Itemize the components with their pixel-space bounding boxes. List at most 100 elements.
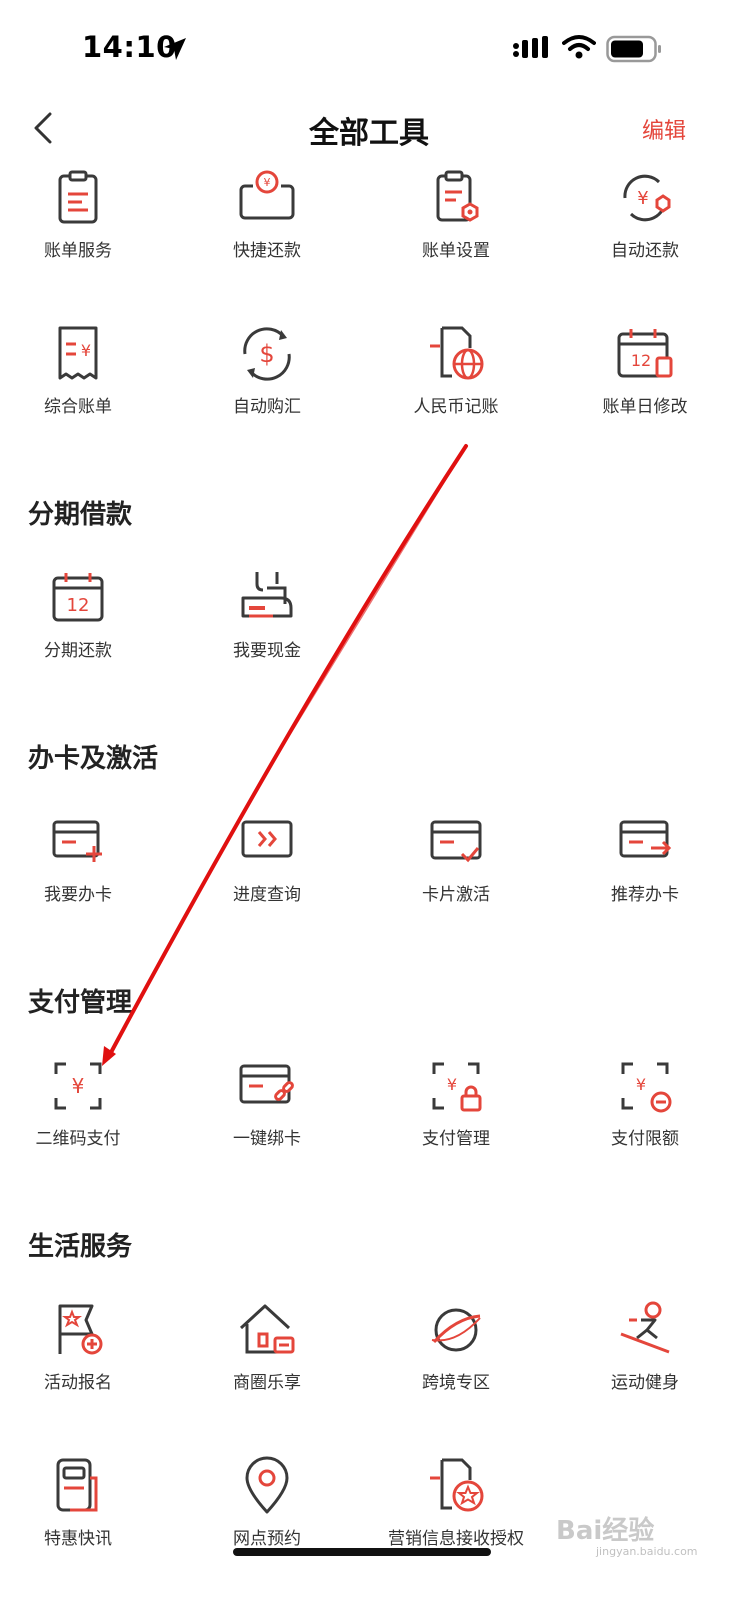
dollar-exchange-icon: $ [243,327,291,381]
tool-label: 卡片激活 [422,885,490,905]
section-title-installment: 分期借款 [28,500,133,530]
tool-label: 活动报名 [44,1373,112,1393]
svg-text:¥: ¥ [447,1075,457,1094]
tool-cross-border[interactable]: 跨境专区 [364,1300,548,1420]
status-bar: 14:10 [0,0,738,96]
tool-label: 支付限额 [611,1129,679,1149]
tool-label: 商圈乐享 [233,1373,301,1393]
section-title-card: 办卡及激活 [28,744,159,774]
tool-label: 快捷还款 [233,241,301,261]
baidu-watermark: Bai经验 jingyan.baidu.com [556,1510,698,1558]
tool-bill-service[interactable]: 账单服务 [0,168,170,288]
cash-hand-icon [241,572,293,618]
svg-text:12: 12 [631,351,651,370]
location-arrow-icon [164,38,186,60]
tool-label: 特惠快讯 [44,1529,112,1549]
tool-branch-booking[interactable]: 网点预约 [175,1456,359,1576]
svg-text:12: 12 [67,595,90,616]
tool-combined-bill[interactable]: ¥ 综合账单 [0,324,170,444]
page-title: 全部工具 [309,116,429,151]
battery-icon [606,35,661,63]
tool-deals-news[interactable]: 特惠快讯 [0,1456,170,1576]
card-add-icon [52,820,102,862]
svg-text:$: $ [259,340,274,368]
tool-marketing-auth[interactable]: 营销信息接收授权 [364,1456,548,1576]
house-shop-icon [239,1304,295,1354]
section-title-life: 生活服务 [28,1232,133,1262]
tool-label: 账单日修改 [602,397,688,417]
tool-recommend-card[interactable]: 推荐办卡 [553,812,737,932]
clipboard-gear-icon [436,170,479,222]
tool-label: 进度查询 [233,885,301,905]
document-globe-icon [430,326,484,380]
tool-progress-query[interactable]: 进度查询 [175,812,359,932]
skier-icon [620,1301,670,1354]
tool-label: 自动还款 [611,241,679,261]
pay-limit-icon: ¥ [621,1062,672,1113]
tool-label: 账单设置 [422,241,490,261]
svg-text:¥: ¥ [264,176,271,189]
tool-label: 运动健身 [611,1373,679,1393]
tool-installment-repay[interactable]: 12 分期还款 [0,568,170,688]
tool-label: 推荐办卡 [611,885,679,905]
card-link-icon [239,1064,294,1104]
tool-label: 分期还款 [44,641,112,661]
tool-quick-repay[interactable]: ¥ 快捷还款 [175,168,359,288]
clipboard-icon [58,170,98,224]
svg-text:¥: ¥ [636,1075,646,1094]
edit-button[interactable]: 编辑 [642,113,686,145]
tool-bill-settings[interactable]: 账单设置 [364,168,548,288]
watermark-text: Bai经验 [556,1516,655,1546]
tool-auto-repay[interactable]: ¥ 自动还款 [553,168,737,288]
tool-label: 自动购汇 [233,397,301,417]
flag-star-icon [58,1304,103,1355]
tool-auto-fx[interactable]: $ 自动购汇 [175,324,359,444]
pay-lock-icon: ¥ [432,1062,482,1112]
tool-label: 我要现金 [233,641,301,661]
tool-label: 二维码支付 [35,1129,121,1149]
svg-text:¥: ¥ [81,341,91,360]
calendar-icon: 12 [52,573,104,622]
tool-pay-limit[interactable]: ¥ 支付限额 [553,1056,737,1176]
tool-label: 网点预约 [233,1529,301,1549]
tool-qr-pay[interactable]: ¥ 二维码支付 [0,1056,170,1176]
receipt-icon: ¥ [58,326,98,380]
svg-text:¥: ¥ [72,1074,85,1098]
progress-card-icon [241,820,293,858]
tool-event-signup[interactable]: 活动报名 [0,1300,170,1420]
tool-label: 跨境专区 [422,1373,490,1393]
tool-shopping-district[interactable]: 商圈乐享 [175,1300,359,1420]
home-indicator[interactable] [233,1548,491,1556]
tool-bill-date-change[interactable]: 12 账单日修改 [553,324,737,444]
card-share-icon [619,820,672,858]
tool-bind-card[interactable]: 一键绑卡 [175,1056,359,1176]
tool-label: 综合账单 [44,397,112,417]
tool-cash[interactable]: 我要现金 [175,568,359,688]
tool-rmb-account[interactable]: 人民币记账 [364,324,548,444]
document-star-icon [430,1458,484,1512]
tool-label: 支付管理 [422,1129,490,1149]
auto-repay-cycle-icon: ¥ [623,174,671,222]
section-title-payment: 支付管理 [28,988,133,1018]
cellular-signal-icon [513,36,548,58]
tool-pay-manage[interactable]: ¥ 支付管理 [364,1056,548,1176]
watermark-sub: jingyan.baidu.com [596,1545,698,1558]
tool-label: 营销信息接收授权 [388,1529,524,1549]
tool-apply-card[interactable]: 我要办卡 [0,812,170,932]
wallet-coin-icon: ¥ [239,170,295,220]
planet-icon [431,1308,481,1352]
tool-label: 账单服务 [44,241,112,261]
card-check-icon [430,820,482,863]
tool-label: 我要办卡 [44,885,112,905]
calendar-edit-icon: 12 [617,329,673,378]
nav-bar: 全部工具 编辑 [0,96,738,160]
location-pin-icon [245,1456,289,1514]
tool-label: 人民币记账 [413,397,499,417]
wifi-icon [562,35,596,59]
tool-label: 一键绑卡 [233,1129,301,1149]
phone-news-icon [56,1458,98,1512]
svg-text:¥: ¥ [637,188,648,209]
qr-scan-icon: ¥ [54,1062,102,1110]
tool-sports[interactable]: 运动健身 [553,1300,737,1420]
tool-card-activate[interactable]: 卡片激活 [364,812,548,932]
